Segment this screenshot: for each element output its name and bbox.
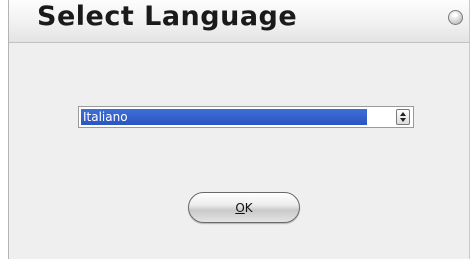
ok-button-label: K bbox=[244, 200, 253, 215]
up-down-arrows-icon[interactable] bbox=[396, 109, 410, 125]
arrow-down-icon bbox=[400, 118, 406, 122]
arrow-up-icon bbox=[400, 112, 406, 116]
select-language-dialog: Select Language Italiano OK bbox=[8, 0, 470, 259]
language-select[interactable]: Italiano bbox=[78, 106, 414, 128]
language-select-value[interactable]: Italiano bbox=[81, 109, 367, 125]
close-icon[interactable] bbox=[448, 10, 463, 25]
dialog-title: Select Language bbox=[37, 1, 298, 32]
ok-button[interactable]: OK bbox=[188, 192, 300, 223]
title-bar[interactable]: Select Language bbox=[9, 0, 469, 43]
ok-button-mnemonic: O bbox=[235, 200, 245, 215]
